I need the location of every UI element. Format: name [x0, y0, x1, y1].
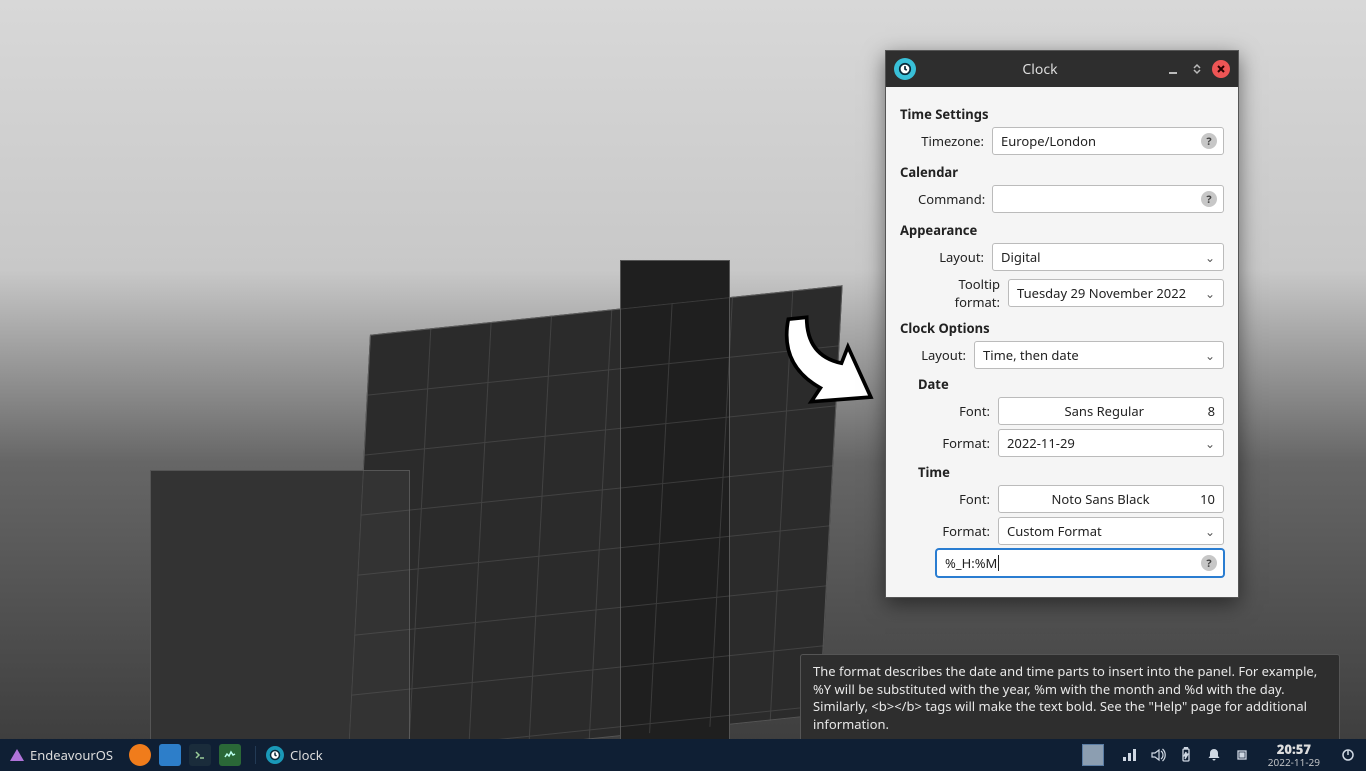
clock-layout-label: Layout: — [918, 346, 974, 364]
tooltip-format-label: Tooltip format: — [910, 275, 1008, 311]
tooltip-format-select[interactable]: Tuesday 29 November 2022 ⌄ — [1008, 279, 1224, 307]
clock-app-icon — [894, 58, 916, 80]
panel-clock-time: 20:57 — [1277, 743, 1311, 756]
notifications-icon[interactable] — [1206, 747, 1222, 763]
os-label: EndeavourOS — [30, 746, 113, 764]
row-date-format: Format: 2022-11-29 ⌄ — [900, 429, 1224, 457]
row-time-format: Format: Custom Format ⌄ — [900, 517, 1224, 545]
appearance-layout-select[interactable]: Digital ⌄ — [992, 243, 1224, 271]
format-tooltip: The format describes the date and time p… — [800, 654, 1340, 742]
clock-icon — [266, 746, 284, 764]
system-tray — [1114, 747, 1258, 763]
system-monitor-launcher[interactable] — [219, 744, 241, 766]
help-icon[interactable]: ? — [1201, 555, 1217, 571]
help-icon[interactable]: ? — [1201, 133, 1217, 149]
battery-icon[interactable] — [1178, 747, 1194, 763]
command-input[interactable]: ? — [992, 185, 1224, 213]
row-date-font: Font: Sans Regular 8 — [900, 397, 1224, 425]
command-label: Command: — [918, 190, 992, 208]
section-time-settings: Time Settings — [900, 105, 1224, 123]
taskbar-task-clock[interactable]: Clock — [255, 746, 333, 764]
clock-layout-select[interactable]: Time, then date ⌄ — [974, 341, 1224, 369]
firefox-launcher[interactable] — [129, 744, 151, 766]
time-font-label: Font: — [936, 490, 998, 508]
file-manager-launcher[interactable] — [159, 744, 181, 766]
section-appearance: Appearance — [900, 221, 1224, 239]
panel-clock-date: 2022-11-29 — [1268, 756, 1320, 768]
date-font-label: Font: — [936, 402, 998, 420]
time-subheading: Time — [918, 463, 1224, 481]
row-tooltip-format: Tooltip format: Tuesday 29 November 2022… — [900, 275, 1224, 311]
date-format-select[interactable]: 2022-11-29 ⌄ — [998, 429, 1224, 457]
panel-clock[interactable]: 20:57 2022-11-29 — [1258, 743, 1330, 768]
date-subheading: Date — [918, 375, 1224, 393]
row-timezone: Timezone: Europe/London ? — [900, 127, 1224, 155]
launcher-bar — [123, 744, 247, 766]
chevron-down-icon: ⌄ — [1205, 435, 1215, 452]
timezone-label: Timezone: — [918, 132, 992, 150]
row-command: Command: ? — [900, 185, 1224, 213]
clock-settings-window: Clock Time Settings Timezone: Europe/Lon… — [885, 50, 1239, 598]
start-menu-button[interactable]: EndeavourOS — [0, 746, 123, 764]
window-title: Clock — [922, 60, 1158, 79]
maximize-button[interactable] — [1188, 60, 1206, 78]
row-appearance-layout: Layout: Digital ⌄ — [900, 243, 1224, 271]
taskbar: EndeavourOS Clock — [0, 739, 1366, 771]
row-clock-layout: Layout: Time, then date ⌄ — [900, 341, 1224, 369]
network-icon[interactable] — [1122, 747, 1138, 763]
endeavouros-logo-icon — [10, 749, 24, 761]
appearance-layout-label: Layout: — [918, 248, 992, 266]
section-clock-options: Clock Options — [900, 319, 1224, 337]
time-font-button[interactable]: Noto Sans Black 10 — [998, 485, 1224, 513]
chevron-down-icon: ⌄ — [1205, 285, 1215, 302]
close-button[interactable] — [1212, 60, 1230, 78]
help-icon[interactable]: ? — [1201, 191, 1217, 207]
minimize-button[interactable] — [1164, 60, 1182, 78]
workspace-indicator[interactable] — [1082, 744, 1104, 766]
volume-icon[interactable] — [1150, 747, 1166, 763]
time-format-label: Format: — [936, 522, 998, 540]
task-clock-label: Clock — [290, 746, 323, 764]
row-custom-format: %_H:%M ? — [936, 549, 1224, 577]
date-format-label: Format: — [936, 434, 998, 452]
session-menu-button[interactable] — [1338, 745, 1358, 765]
terminal-launcher[interactable] — [189, 744, 211, 766]
custom-format-input[interactable]: %_H:%M ? — [936, 549, 1224, 577]
titlebar[interactable]: Clock — [886, 51, 1238, 87]
annotation-arrow-icon — [770, 300, 880, 430]
chevron-down-icon: ⌄ — [1205, 249, 1215, 266]
dialog-body: Time Settings Timezone: Europe/London ? … — [886, 87, 1238, 597]
chevron-down-icon: ⌄ — [1205, 347, 1215, 364]
updates-icon[interactable] — [1234, 747, 1250, 763]
section-calendar: Calendar — [900, 163, 1224, 181]
timezone-input[interactable]: Europe/London ? — [992, 127, 1224, 155]
time-format-select[interactable]: Custom Format ⌄ — [998, 517, 1224, 545]
row-time-font: Font: Noto Sans Black 10 — [900, 485, 1224, 513]
date-font-button[interactable]: Sans Regular 8 — [998, 397, 1224, 425]
chevron-down-icon: ⌄ — [1205, 523, 1215, 540]
